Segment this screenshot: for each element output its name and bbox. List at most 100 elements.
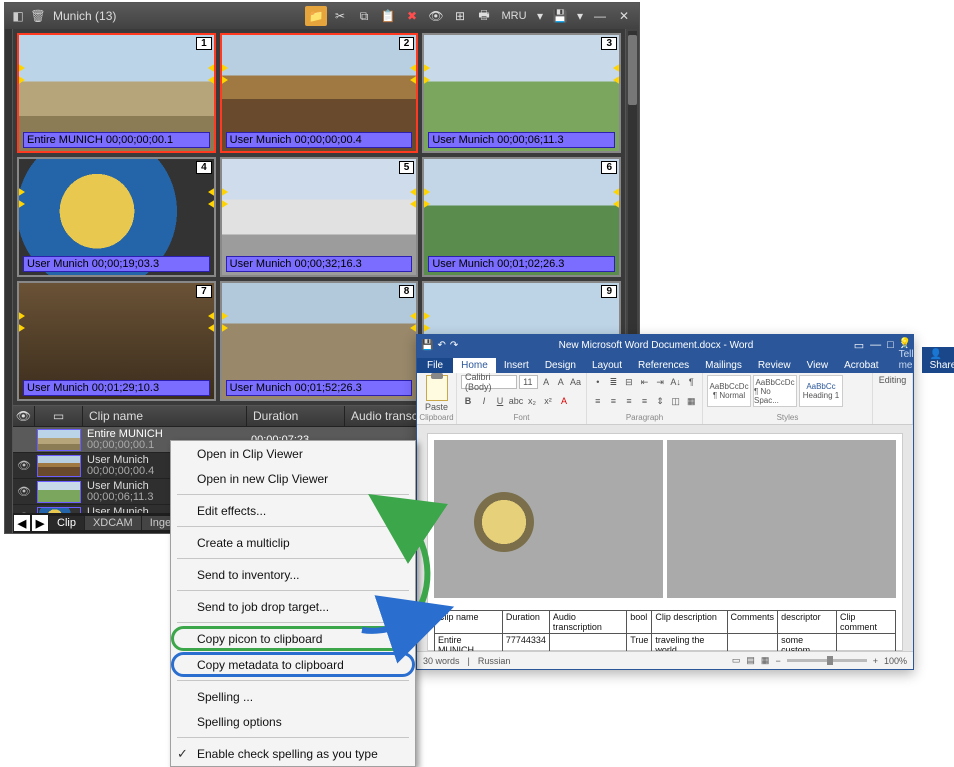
- undo-icon[interactable]: ↶: [437, 340, 445, 351]
- save-icon[interactable]: 💾: [421, 340, 433, 351]
- pasted-image[interactable]: [667, 440, 896, 598]
- tab-file[interactable]: File: [417, 358, 453, 373]
- language-status[interactable]: Russian: [478, 656, 511, 666]
- menu-open-new-clip-viewer[interactable]: Open in new Clip Viewer: [171, 466, 415, 491]
- save-button[interactable]: 💾: [549, 6, 571, 26]
- mru-button[interactable]: MRU: [497, 6, 531, 26]
- numbering-icon[interactable]: ≣: [607, 375, 621, 389]
- borders-icon[interactable]: ▦: [684, 394, 698, 408]
- tab-nav-next[interactable]: ▶: [32, 515, 48, 531]
- delete-button[interactable]: ✖: [401, 6, 423, 26]
- menu-copy-metadata[interactable]: Copy metadata to clipboard: [171, 652, 415, 677]
- underline-icon[interactable]: U: [493, 394, 507, 408]
- sort-icon[interactable]: A↓: [669, 375, 683, 389]
- clip-thumbnail[interactable]: 7User Munich 00;01;29;10.3: [17, 281, 216, 401]
- clip-browser-titlebar[interactable]: ◧ 🗑 Munich (13) 📁 ✂ ⧉ 📋 ✖ 👁 ⊞ 🖶 MRU ▾ 💾 …: [5, 3, 639, 29]
- bold-icon[interactable]: B: [461, 394, 475, 408]
- grow-font-icon[interactable]: A: [540, 375, 553, 389]
- tab-acrobat[interactable]: Acrobat: [836, 358, 886, 373]
- zoom-value[interactable]: 100%: [884, 656, 907, 666]
- clip-thumbnail[interactable]: 2User Munich 00;00;00;00.4: [220, 33, 419, 153]
- tab-design[interactable]: Design: [537, 358, 584, 373]
- font-size-select[interactable]: 11: [519, 375, 538, 389]
- ribbon-options-icon[interactable]: ▭: [854, 339, 864, 352]
- tab-nav-prev[interactable]: ◀: [14, 515, 30, 531]
- superscript-icon[interactable]: x²: [541, 394, 555, 408]
- zoom-slider[interactable]: [787, 659, 867, 662]
- tab-clip[interactable]: Clip: [49, 516, 85, 530]
- view-print-icon[interactable]: ▤: [746, 655, 755, 666]
- minimize-button[interactable]: —: [589, 6, 611, 26]
- col-duration[interactable]: Duration: [247, 406, 345, 426]
- visibility-button[interactable]: 👁: [425, 6, 447, 26]
- show-marks-icon[interactable]: ¶: [684, 375, 698, 389]
- word-minimize-icon[interactable]: —: [870, 339, 881, 352]
- columns-button[interactable]: ⊞: [449, 6, 471, 26]
- paste-icon[interactable]: [426, 375, 448, 401]
- menu-spelling-options[interactable]: Spelling options: [171, 709, 415, 734]
- style-no-spacing[interactable]: AaBbCcDc¶ No Spac...: [753, 375, 797, 407]
- strike-icon[interactable]: abc: [509, 394, 523, 408]
- col-visibility[interactable]: 👁: [13, 406, 35, 426]
- word-page-area[interactable]: Clip name Duration Audio transcription b…: [417, 425, 913, 651]
- save-dropdown-icon[interactable]: ▾: [573, 6, 587, 26]
- col-clipname[interactable]: Clip name: [83, 406, 247, 426]
- redo-icon[interactable]: ↷: [450, 340, 458, 351]
- style-heading1[interactable]: AaBbCcHeading 1: [799, 375, 843, 407]
- multilevel-icon[interactable]: ⊟: [622, 375, 636, 389]
- paste-button[interactable]: 📋: [377, 6, 399, 26]
- change-case-icon[interactable]: Aa: [569, 375, 582, 389]
- font-name-select[interactable]: Calibri (Body): [461, 375, 517, 389]
- share-button[interactable]: 👤 Share: [922, 347, 954, 373]
- clip-thumbnail[interactable]: 5User Munich 00;00;32;16.3: [220, 157, 419, 277]
- justify-icon[interactable]: ≡: [638, 394, 652, 408]
- tab-review[interactable]: Review: [750, 358, 799, 373]
- editing-label[interactable]: Editing: [879, 375, 907, 385]
- trash-icon[interactable]: 🗑: [29, 7, 47, 25]
- shading-icon[interactable]: ◫: [669, 394, 683, 408]
- cut-button[interactable]: ✂: [329, 6, 351, 26]
- folder-up-button[interactable]: 📁: [305, 6, 327, 26]
- pasted-metadata-table[interactable]: Clip name Duration Audio transcription b…: [434, 610, 896, 651]
- eye-icon[interactable]: 👁: [13, 485, 35, 498]
- menu-open-clip-viewer[interactable]: Open in Clip Viewer: [171, 441, 415, 466]
- align-center-icon[interactable]: ≡: [607, 394, 621, 408]
- clip-thumbnail[interactable]: 4User Munich 00;00;19;03.3: [17, 157, 216, 277]
- shrink-font-icon[interactable]: A: [554, 375, 567, 389]
- print-button[interactable]: 🖶: [473, 6, 495, 26]
- clip-thumbnail[interactable]: 1Entire MUNICH 00;00;00;00.1: [17, 33, 216, 153]
- line-spacing-icon[interactable]: ⇕: [653, 394, 667, 408]
- tab-insert[interactable]: Insert: [496, 358, 537, 373]
- tab-layout[interactable]: Layout: [584, 358, 630, 373]
- outdent-icon[interactable]: ⇤: [638, 375, 652, 389]
- pasted-image[interactable]: [434, 440, 663, 598]
- font-color-icon[interactable]: A: [557, 394, 571, 408]
- close-button[interactable]: ✕: [613, 6, 635, 26]
- zoom-in-icon[interactable]: +: [873, 656, 878, 666]
- view-read-icon[interactable]: ▭: [732, 655, 741, 666]
- style-normal[interactable]: AaBbCcDc¶ Normal: [707, 375, 751, 407]
- clip-thumbnail[interactable]: 8User Munich 00;01;52;26.3: [220, 281, 419, 401]
- word-count[interactable]: 30 words: [423, 656, 460, 666]
- copy-button[interactable]: ⧉: [353, 6, 375, 26]
- tab-references[interactable]: References: [630, 358, 697, 373]
- bullets-icon[interactable]: •: [591, 375, 605, 389]
- subscript-icon[interactable]: x₂: [525, 394, 539, 408]
- tab-home[interactable]: Home: [453, 358, 496, 373]
- indent-icon[interactable]: ⇥: [653, 375, 667, 389]
- mru-dropdown-icon[interactable]: ▾: [533, 6, 547, 26]
- paste-label[interactable]: Paste: [425, 402, 448, 412]
- tab-mailings[interactable]: Mailings: [697, 358, 750, 373]
- align-left-icon[interactable]: ≡: [591, 394, 605, 408]
- tab-xdcam[interactable]: XDCAM: [85, 516, 142, 530]
- zoom-out-icon[interactable]: −: [775, 656, 780, 666]
- col-thumbnail[interactable]: ▭: [35, 406, 83, 426]
- menu-enable-spellcheck[interactable]: ✓Enable check spelling as you type: [171, 741, 415, 766]
- clip-thumbnail[interactable]: 6User Munich 00;01;02;26.3: [422, 157, 621, 277]
- menu-spelling[interactable]: Spelling ...: [171, 684, 415, 709]
- eye-icon[interactable]: 👁: [13, 459, 35, 472]
- tab-view[interactable]: View: [799, 358, 837, 373]
- word-titlebar[interactable]: 💾 ↶ ↷ New Microsoft Word Document.docx -…: [417, 335, 913, 355]
- view-web-icon[interactable]: ▦: [761, 655, 770, 666]
- tell-me[interactable]: 💡 Tell me: [891, 336, 922, 373]
